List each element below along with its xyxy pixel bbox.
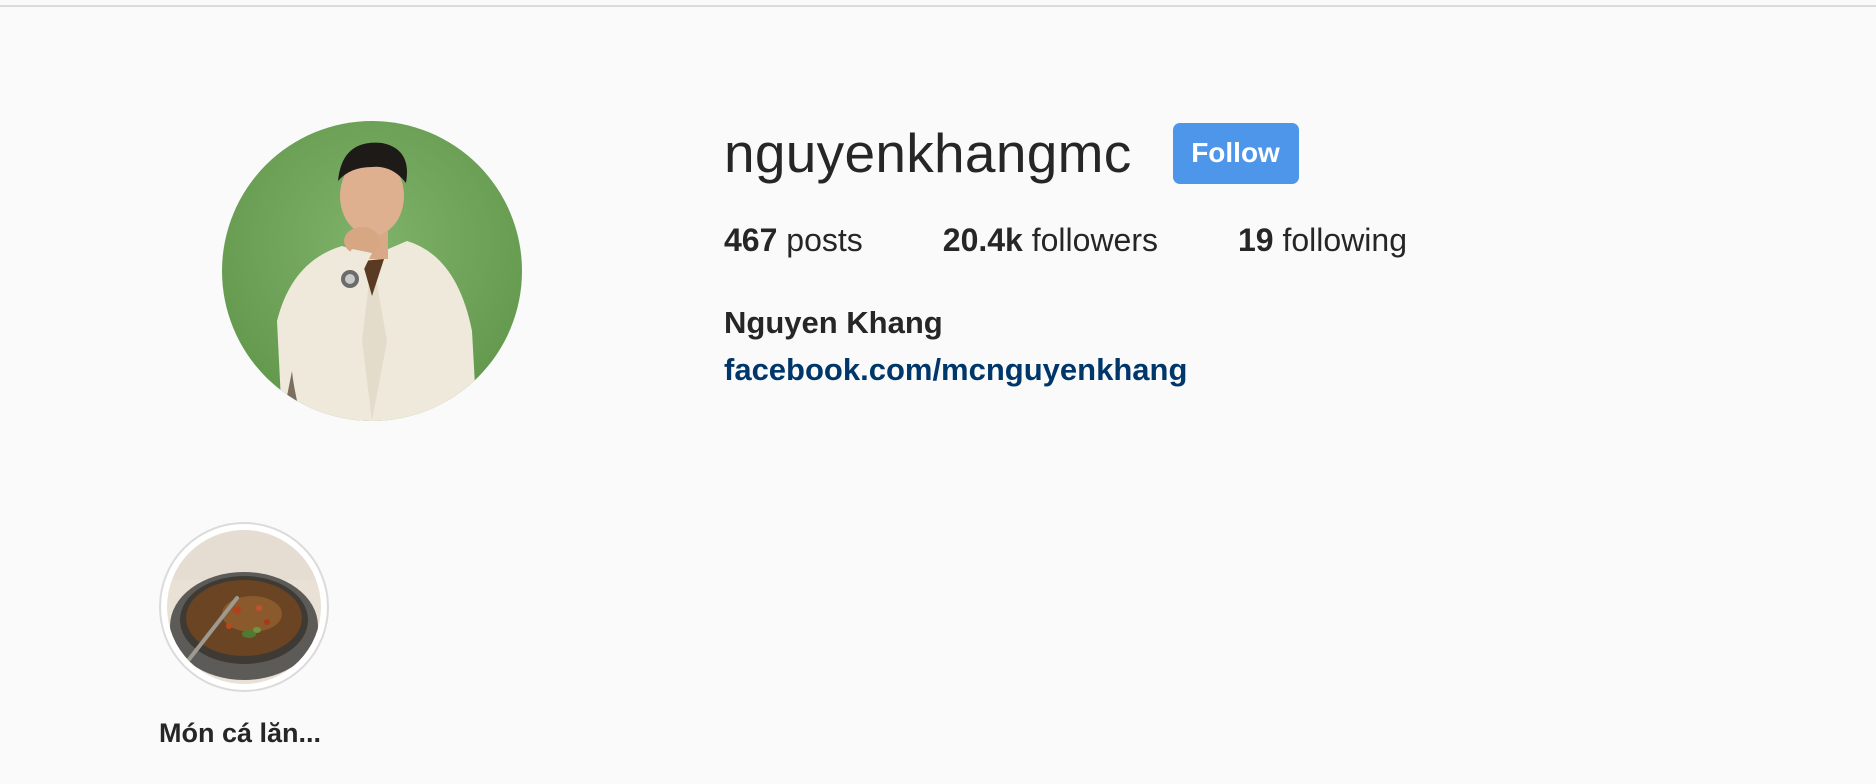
followers-stat[interactable]: 20.4k followers <box>943 218 1158 262</box>
profile-avatar[interactable] <box>222 121 522 421</box>
bio-link[interactable]: facebook.com/mcnguyenkhang <box>724 350 1187 390</box>
follow-button[interactable]: Follow <box>1172 122 1299 184</box>
following-label: following <box>1273 222 1407 258</box>
username-row: nguyenkhangmc Follow <box>724 122 1299 184</box>
posts-label: posts <box>777 222 863 258</box>
top-border <box>0 0 1876 7</box>
highlight-label: Món cá lăn... <box>159 718 322 748</box>
story-highlight[interactable]: Món cá lăn... <box>159 522 329 748</box>
food-bowl-icon <box>167 530 321 684</box>
posts-stat: 467 posts <box>724 218 863 262</box>
followers-count: 20.4k <box>942 222 1023 258</box>
followers-label: followers <box>1022 222 1158 258</box>
highlight-ring <box>159 522 329 692</box>
full-name: Nguyen Khang <box>724 305 943 340</box>
username: nguyenkhangmc <box>724 122 1132 184</box>
following-stat[interactable]: 19 following <box>1238 218 1407 262</box>
following-count: 19 <box>1238 222 1274 258</box>
posts-count: 467 <box>724 222 778 258</box>
profile-stats: 467 posts 20.4k followers 19 following <box>724 218 1407 262</box>
highlight-cover <box>167 530 321 684</box>
profile-photo-icon <box>222 121 522 421</box>
